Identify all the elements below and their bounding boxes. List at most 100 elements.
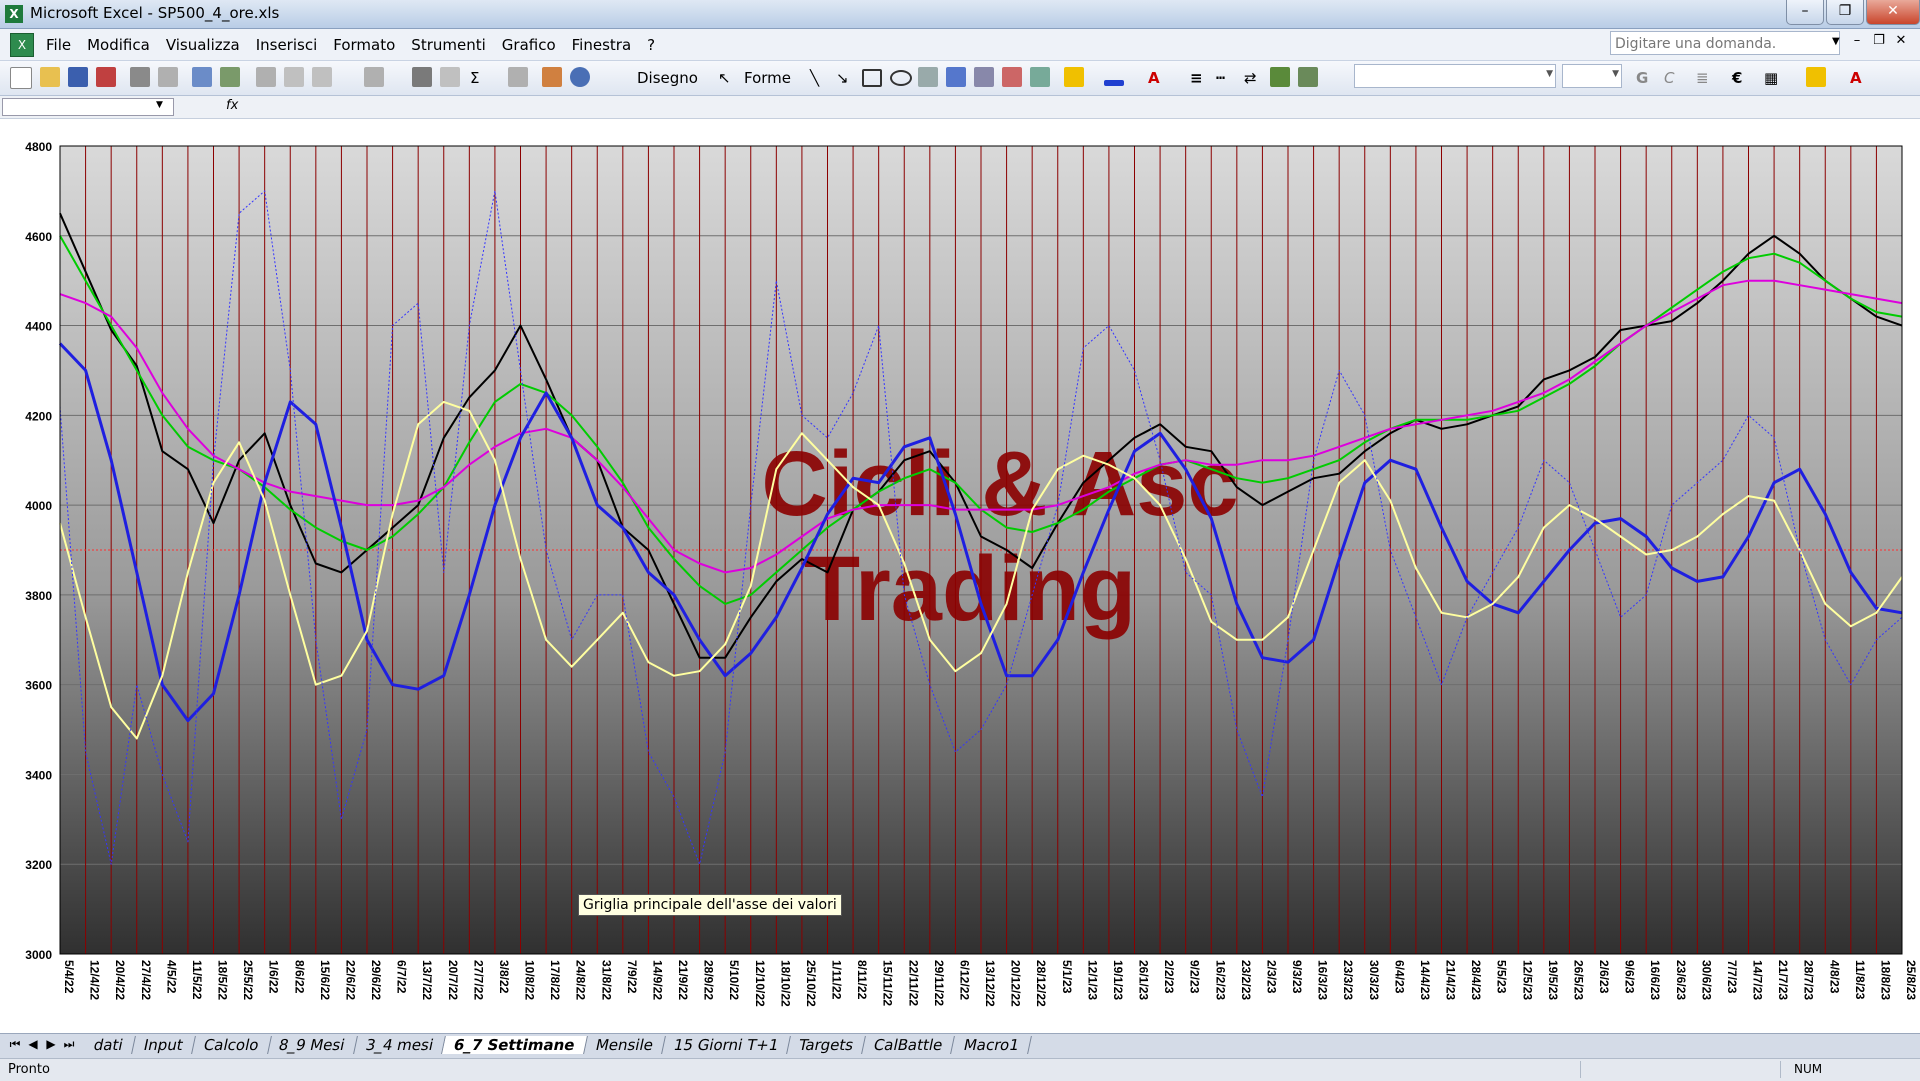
tab-15-giorni[interactable]: 15 Giorni T+1 — [661, 1036, 792, 1054]
menu-finestra[interactable]: Finestra — [572, 36, 632, 54]
paste-icon[interactable] — [312, 67, 332, 87]
chart-icon[interactable] — [542, 67, 562, 87]
rectangle-tool-icon[interactable] — [862, 69, 882, 87]
menu-help[interactable]: ? — [647, 36, 655, 54]
tab-6-7-settimane[interactable]: 6_7 Settimane — [442, 1036, 588, 1054]
italic-button[interactable]: C — [1664, 69, 1674, 87]
permission-icon[interactable] — [96, 67, 116, 87]
doc-minimize-button[interactable]: – — [1846, 33, 1868, 48]
open-icon[interactable] — [40, 67, 60, 87]
shadow-style-icon[interactable] — [1270, 67, 1290, 87]
diagram-icon[interactable] — [974, 67, 994, 87]
first-sheet-icon[interactable]: ⏮ — [6, 1037, 24, 1052]
shapes-menu[interactable]: Forme — [744, 69, 791, 87]
3d-style-icon[interactable] — [1298, 67, 1318, 87]
x-tick-label: 1/6/22 — [267, 960, 281, 994]
name-box-dropdown-icon[interactable]: ▼ — [156, 100, 163, 110]
menu-inserisci[interactable]: Inserisci — [256, 36, 318, 54]
copy-icon[interactable] — [284, 67, 304, 87]
print-icon[interactable] — [130, 67, 150, 87]
font-color-icon[interactable]: A — [1148, 69, 1160, 87]
prev-sheet-icon[interactable]: ◀ — [24, 1037, 42, 1052]
text-color-icon[interactable]: A — [1850, 69, 1862, 87]
ask-question-input[interactable]: Digitare una domanda. — [1610, 31, 1840, 55]
dash-style-icon[interactable]: ┅ — [1216, 69, 1225, 87]
tab-targets[interactable]: Targets — [787, 1036, 867, 1054]
tab-dati[interactable]: dati — [82, 1036, 136, 1054]
bold-button[interactable]: G — [1636, 69, 1648, 87]
window-controls: – ❐ ✕ — [1784, 0, 1920, 26]
x-tick-label: 23/3/23 — [1341, 960, 1355, 1000]
x-tick-label: 2/2/23 — [1162, 960, 1176, 994]
tab-calcolo[interactable]: Calcolo — [191, 1036, 272, 1054]
chart-area[interactable]: 4800 4600 4400 4200 4000 3800 3600 3400 3200 3000… — [0, 119, 1920, 1033]
x-tick-label: 4/5/22 — [164, 960, 178, 994]
tab-calbattle[interactable]: CalBattle — [862, 1036, 956, 1054]
fx-label[interactable]: fx — [226, 98, 238, 113]
menu-file[interactable]: File — [46, 36, 71, 54]
doc-restore-button[interactable]: ❐ — [1868, 33, 1890, 48]
drawing-menu[interactable]: Disegno — [637, 69, 698, 87]
close-button[interactable]: ✕ — [1866, 0, 1920, 25]
tab-8-9-mesi[interactable]: 8_9 Mesi — [267, 1036, 358, 1054]
borders-icon[interactable]: ▦ — [1764, 69, 1778, 87]
textbox-icon[interactable] — [918, 67, 938, 87]
select-pointer-icon[interactable]: ↖ — [718, 69, 731, 87]
tab-mensile[interactable]: Mensile — [583, 1036, 666, 1054]
x-tick-label: 13/7/22 — [420, 960, 434, 1000]
menu-formato[interactable]: Formato — [333, 36, 395, 54]
x-tick-label: 16/6/23 — [1648, 960, 1662, 1000]
picture-icon[interactable] — [1030, 67, 1050, 87]
minimize-button[interactable]: – — [1786, 0, 1824, 25]
x-tick-label: 6/4/23 — [1392, 960, 1406, 994]
sort-icon[interactable] — [508, 67, 528, 87]
next-sheet-icon[interactable]: ▶ — [42, 1037, 60, 1052]
spelling-icon[interactable] — [192, 67, 212, 87]
name-box[interactable] — [2, 98, 174, 116]
last-sheet-icon[interactable]: ⏭ — [60, 1037, 78, 1052]
tab-input[interactable]: Input — [131, 1036, 196, 1054]
arrow-tool-icon[interactable]: ↘ — [836, 69, 849, 87]
price-cycle-chart[interactable]: 4800 4600 4400 4200 4000 3800 3600 3400 3200 3000… — [0, 119, 1920, 1033]
window-title: Microsoft Excel - SP500_4_ore.xls — [30, 4, 280, 22]
euro-button[interactable]: € — [1732, 69, 1742, 87]
ask-dropdown-icon[interactable]: ▼ — [1832, 36, 1840, 47]
highlight-icon[interactable] — [1806, 67, 1826, 87]
menu-modifica[interactable]: Modifica — [87, 36, 150, 54]
maximize-button[interactable]: ❐ — [1826, 0, 1864, 25]
save-icon[interactable] — [68, 67, 88, 87]
help-icon[interactable] — [570, 67, 590, 87]
clipart-icon[interactable] — [1002, 67, 1022, 87]
x-tick-label: 7/7/23 — [1725, 960, 1739, 994]
fill-color-icon[interactable] — [1064, 67, 1084, 87]
menu-visualizza[interactable]: Visualizza — [166, 36, 240, 54]
wordart-icon[interactable] — [946, 67, 966, 87]
font-size-select[interactable]: ▼ — [1562, 64, 1622, 88]
chart-wizard-icon[interactable] — [412, 67, 432, 87]
font-name-select[interactable]: ▼ — [1354, 64, 1556, 88]
x-tick-label: 29/6/22 — [369, 960, 383, 1000]
workbook-icon[interactable]: X — [10, 33, 34, 57]
line-style-icon[interactable]: ≡ — [1190, 69, 1203, 87]
research-icon[interactable] — [220, 67, 240, 87]
tab-3-4-mesi[interactable]: 3_4 mesi — [353, 1036, 446, 1054]
doc-close-button[interactable]: ✕ — [1890, 33, 1912, 48]
align-icon[interactable]: ≣ — [1696, 69, 1709, 87]
x-tick-label: 21/7/23 — [1776, 960, 1790, 1000]
excel-icon[interactable]: X — [5, 5, 23, 23]
print-preview-icon[interactable] — [158, 67, 178, 87]
line-tool-icon[interactable]: ╲ — [810, 69, 819, 87]
autosum-icon[interactable]: Σ — [470, 69, 479, 87]
cut-icon[interactable] — [256, 67, 276, 87]
hyperlink-icon[interactable] — [440, 67, 460, 87]
new-icon[interactable] — [10, 67, 32, 89]
undo-icon[interactable] — [364, 67, 384, 87]
x-tick-label: 23/6/23 — [1674, 960, 1688, 1000]
oval-tool-icon[interactable] — [890, 70, 912, 86]
menu-strumenti[interactable]: Strumenti — [411, 36, 485, 54]
arrow-style-icon[interactable]: ⇄ — [1244, 69, 1257, 87]
menu-grafico[interactable]: Grafico — [502, 36, 556, 54]
tab-macro1[interactable]: Macro1 — [951, 1036, 1032, 1054]
line-color-icon[interactable] — [1104, 80, 1124, 86]
x-tick-label: 18/10/22 — [778, 960, 792, 1007]
